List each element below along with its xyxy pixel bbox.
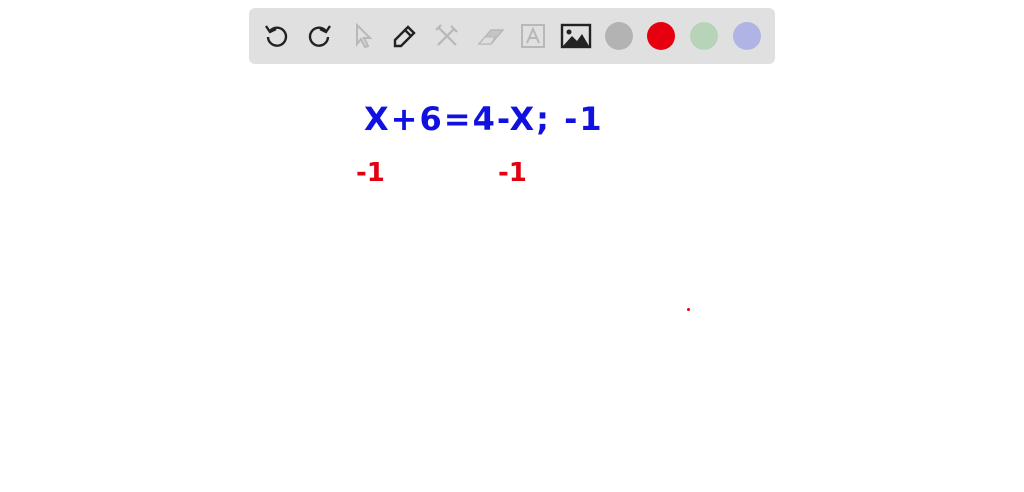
image-icon [560,23,592,49]
eraser-button[interactable] [475,20,507,52]
undo-button[interactable] [261,20,293,52]
image-button[interactable] [560,20,592,52]
color-red-swatch[interactable] [647,22,675,50]
tools-icon [435,24,458,46]
right-step-handwriting: -1 [498,158,527,188]
redo-icon [308,25,331,47]
text-icon [521,24,545,48]
color-blue-swatch[interactable] [733,22,761,50]
tools-button[interactable] [431,20,463,52]
drawing-toolbar [249,8,775,64]
pen-button[interactable] [389,20,421,52]
left-step-handwriting: -1 [356,158,385,188]
eraser-icon [477,29,505,45]
select-button[interactable] [347,20,379,52]
pen-icon [393,25,416,48]
red-ink-dot [687,308,690,311]
equation-handwriting: X+6=4-X; -1 [364,100,604,138]
text-button[interactable] [517,20,549,52]
redo-button[interactable] [303,20,335,52]
color-green-swatch[interactable] [690,22,718,50]
undo-icon [265,25,288,47]
select-icon [356,22,373,49]
color-gray-swatch[interactable] [605,22,633,50]
